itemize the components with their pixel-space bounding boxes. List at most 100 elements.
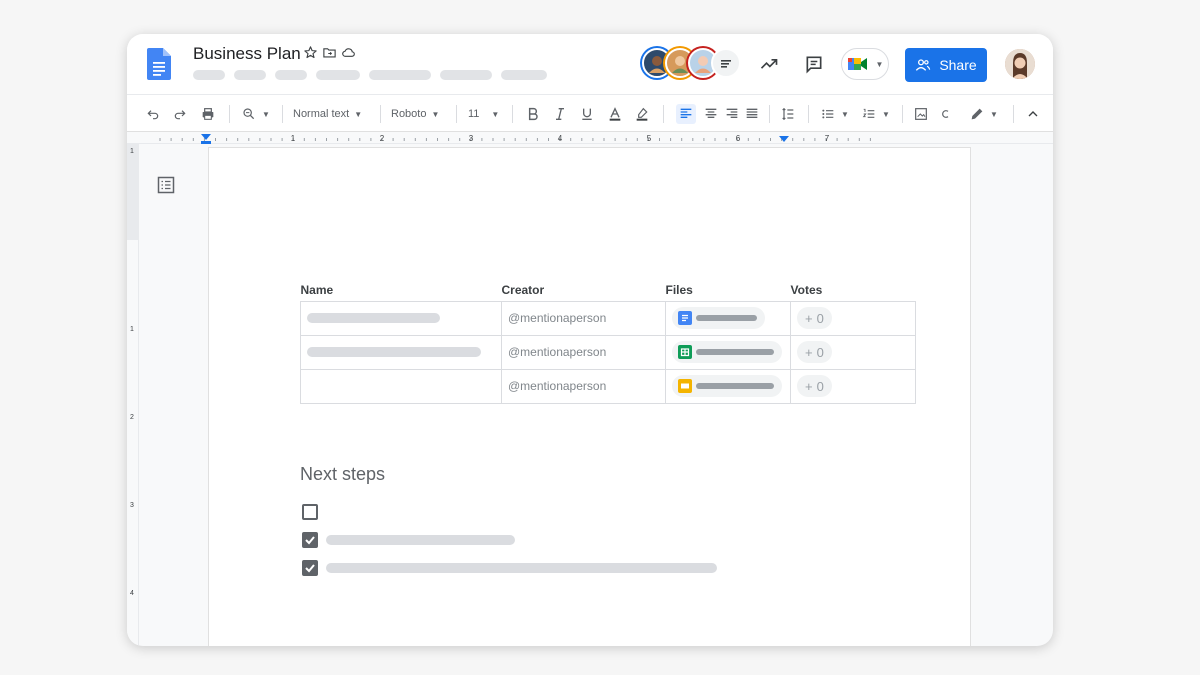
creator-cell[interactable]: @mentionaperson (501, 334, 666, 370)
vertical-ruler-margin (127, 144, 139, 240)
menu-item[interactable] (369, 70, 431, 80)
file-chip[interactable] (672, 375, 782, 397)
meet-button[interactable]: ▼ (841, 48, 889, 80)
underline-button[interactable] (579, 104, 595, 124)
votes-cell[interactable]: +0 (790, 334, 916, 370)
files-cell[interactable] (665, 300, 791, 336)
vote-button[interactable]: +0 (797, 307, 832, 329)
files-cell[interactable] (665, 334, 791, 370)
star-icon[interactable] (303, 45, 318, 60)
checkbox-checked[interactable] (302, 532, 318, 548)
checkbox[interactable] (302, 504, 318, 520)
account-avatar[interactable] (1005, 49, 1035, 79)
italic-button[interactable] (552, 104, 568, 124)
comments-button[interactable] (802, 52, 826, 76)
line-spacing-icon (782, 107, 794, 121)
bulleted-list-button[interactable]: ▼ (820, 104, 849, 124)
text-color-button[interactable] (607, 104, 623, 124)
font-size-select[interactable]: 11 ▼ (468, 104, 499, 124)
more-collaborators-button[interactable] (711, 48, 741, 78)
docs-icon (678, 311, 692, 325)
text-color-icon (609, 107, 621, 121)
checklist-item (302, 504, 318, 520)
ruler-number: 4 (557, 134, 563, 143)
hide-menus-button[interactable] (1025, 104, 1041, 124)
align-right-button[interactable] (724, 104, 740, 124)
mention-placeholder[interactable]: @mentionaperson (508, 311, 606, 325)
creator-cell[interactable]: @mentionaperson (501, 368, 666, 404)
bulleted-list-icon (822, 109, 834, 119)
vertical-ruler-number: 2 (130, 414, 134, 421)
mention-placeholder[interactable]: @mentionaperson (508, 345, 606, 359)
file-chip[interactable] (672, 341, 782, 363)
first-line-indent-marker[interactable] (201, 141, 211, 144)
left-indent-marker[interactable] (201, 134, 211, 140)
name-cell[interactable] (300, 334, 502, 370)
align-left-button[interactable] (676, 104, 696, 124)
document-page[interactable]: Name Creator Files Votes @mentionaperson (209, 148, 970, 646)
menu-item[interactable] (316, 70, 360, 80)
menu-item[interactable] (275, 70, 307, 80)
votes-cell[interactable]: +0 (790, 368, 916, 404)
votes-cell[interactable]: +0 (790, 300, 916, 336)
numbered-list-button[interactable]: ▼ (861, 104, 890, 124)
ruler-ticks (159, 134, 871, 144)
plus-icon: + (805, 310, 813, 326)
name-cell[interactable] (300, 368, 502, 404)
files-cell[interactable] (665, 368, 791, 404)
vote-button[interactable]: +0 (797, 375, 832, 397)
insert-image-button[interactable] (913, 104, 929, 124)
vertical-ruler[interactable]: 1 1 2 3 4 (127, 144, 139, 646)
justify-button[interactable] (744, 104, 760, 124)
mention-placeholder[interactable]: @mentionaperson (508, 379, 606, 393)
file-chip[interactable] (672, 307, 765, 329)
clear-formatting-button[interactable] (938, 104, 954, 124)
align-right-icon (726, 108, 738, 118)
vote-count: 0 (816, 378, 824, 394)
align-center-icon (705, 108, 717, 118)
menu-item[interactable] (440, 70, 492, 80)
highlighter-icon (636, 107, 648, 121)
align-center-button[interactable] (703, 104, 719, 124)
chat-list-icon (721, 60, 731, 68)
document-outline-icon[interactable] (157, 176, 175, 194)
highlight-color-button[interactable] (634, 104, 650, 124)
editing-mode-select[interactable]: ▼ (969, 104, 998, 124)
right-indent-marker[interactable] (779, 136, 789, 142)
name-cell[interactable] (300, 300, 502, 336)
google-docs-logo-icon[interactable] (147, 48, 171, 80)
bold-button[interactable] (525, 104, 541, 124)
checkmark-icon (305, 564, 315, 573)
cloud-saved-icon[interactable] (341, 45, 356, 60)
menu-item[interactable] (193, 70, 225, 80)
menu-item[interactable] (501, 70, 547, 80)
font-select[interactable]: Roboto ▼ (391, 104, 439, 124)
chevron-down-icon: ▼ (491, 109, 500, 119)
horizontal-ruler[interactable]: 1 2 3 4 5 6 7 (127, 132, 1053, 144)
share-label: Share (939, 57, 977, 73)
activity-dashboard-button[interactable] (757, 52, 781, 76)
creator-cell[interactable]: @mentionaperson (501, 300, 666, 336)
title-icons (303, 45, 356, 60)
line-spacing-button[interactable] (780, 104, 796, 124)
vote-button[interactable]: +0 (797, 341, 832, 363)
paragraph-style-select[interactable]: Normal text ▼ (293, 104, 362, 124)
menu-item[interactable] (234, 70, 266, 80)
bold-icon (528, 107, 538, 121)
vertical-ruler-number: 1 (130, 148, 134, 155)
checkbox-checked[interactable] (302, 560, 318, 576)
docs-window: Business Plan ▼ Share ▼ Normal text ▼ Ro… (127, 34, 1053, 646)
redo-button[interactable] (172, 104, 188, 124)
undo-button[interactable] (145, 104, 161, 124)
placeholder-text-bar (307, 347, 481, 357)
share-button[interactable]: Share (905, 48, 987, 82)
voting-table: Name Creator Files Votes @mentionaperson (300, 283, 916, 404)
print-button[interactable] (200, 104, 216, 124)
chevron-down-icon: ▼ (431, 109, 440, 119)
toolbar-divider (1013, 105, 1014, 123)
move-folder-icon[interactable] (322, 45, 337, 60)
toolbar-divider (808, 105, 809, 123)
zoom-select[interactable]: ▼ (241, 104, 270, 124)
collaborator-avatars[interactable] (642, 48, 741, 78)
document-title[interactable]: Business Plan (193, 44, 301, 64)
